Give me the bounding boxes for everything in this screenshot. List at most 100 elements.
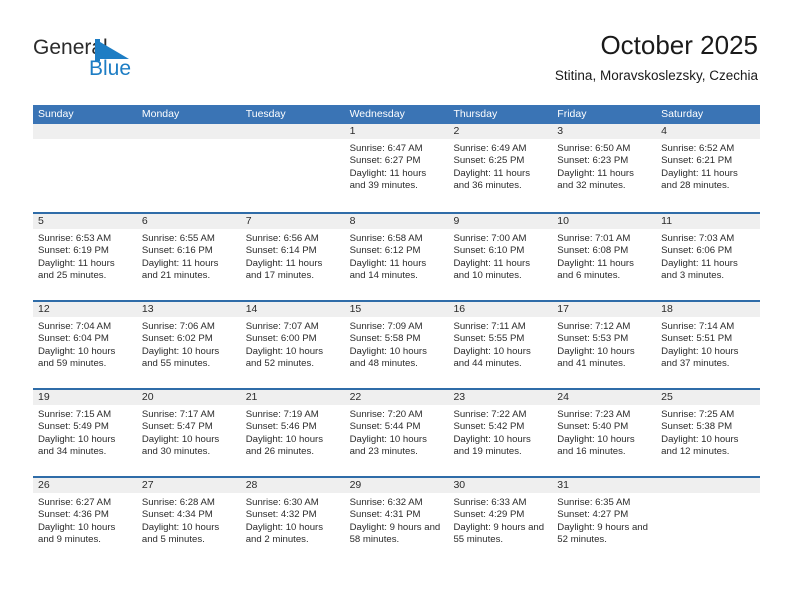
sunrise-text: Sunrise: 7:00 AM bbox=[453, 233, 527, 244]
day-details: Sunrise: 7:12 AM Sunset: 5:53 PM Daylight:… bbox=[552, 317, 656, 371]
day-number: 6 bbox=[136, 214, 241, 229]
sunset-text: Sunset: 6:06 PM bbox=[661, 245, 733, 257]
weekday-header-tuesday: Tuesday bbox=[245, 108, 286, 120]
day-number: 9 bbox=[448, 214, 553, 229]
sunset-text: Sunset: 4:36 PM bbox=[38, 509, 109, 521]
sunrise-text: Sunrise: 6:30 AM bbox=[245, 497, 319, 508]
calendar-weeks: 1 Sunrise: 6:47 AM Sunset: 6:27 PM Daylight… bbox=[33, 124, 761, 564]
calendar-week-row: 1 Sunrise: 6:47 AM Sunset: 6:27 PM Daylight… bbox=[33, 124, 761, 212]
sunrise-text: Sunrise: 6:52 AM bbox=[661, 143, 735, 154]
daylight-text: Daylight: 11 hours and 36 minutes. bbox=[453, 167, 531, 192]
sunset-text: Sunset: 6:10 PM bbox=[453, 245, 525, 257]
calendar-day-cell-empty bbox=[656, 478, 761, 564]
daylight-text: Daylight: 9 hours and 58 minutes. bbox=[349, 521, 441, 546]
sunset-text: Sunset: 6:27 PM bbox=[349, 155, 421, 167]
day-details: Sunrise: 6:53 AM Sunset: 6:19 PM Daylight:… bbox=[33, 229, 137, 283]
daylight-text: Daylight: 10 hours and 37 minutes. bbox=[661, 345, 739, 370]
calendar-day-cell[interactable]: 5 Sunrise: 6:53 AM Sunset: 6:19 PM Daylight… bbox=[33, 214, 137, 300]
sunset-text: Sunset: 5:49 PM bbox=[38, 421, 109, 433]
sunrise-text: Sunrise: 6:28 AM bbox=[141, 497, 215, 508]
day-details: Sunrise: 6:50 AM Sunset: 6:23 PM Daylight:… bbox=[552, 139, 656, 193]
calendar-day-cell[interactable]: 14 Sunrise: 7:07 AM Sunset: 6:00 PM Dayligh… bbox=[240, 302, 345, 388]
calendar-day-cell[interactable]: 26 Sunrise: 6:27 AM Sunset: 4:36 PM Dayligh… bbox=[33, 478, 137, 564]
calendar-day-cell[interactable]: 13 Sunrise: 7:06 AM Sunset: 6:02 PM Dayligh… bbox=[136, 302, 241, 388]
calendar-day-cell[interactable]: 18 Sunrise: 7:14 AM Sunset: 5:51 PM Dayligh… bbox=[656, 302, 761, 388]
sunrise-text: Sunrise: 7:14 AM bbox=[661, 321, 735, 332]
sunrise-text: Sunrise: 6:27 AM bbox=[38, 497, 112, 508]
calendar-day-cell[interactable]: 22 Sunrise: 7:20 AM Sunset: 5:44 PM Dayligh… bbox=[344, 390, 449, 476]
calendar-day-cell[interactable]: 24 Sunrise: 7:23 AM Sunset: 5:40 PM Dayligh… bbox=[552, 390, 657, 476]
sunrise-text: Sunrise: 7:04 AM bbox=[38, 321, 112, 332]
calendar-day-cell[interactable]: 7 Sunrise: 6:56 AM Sunset: 6:14 PM Daylight… bbox=[240, 214, 345, 300]
day-number: 15 bbox=[344, 302, 449, 317]
daylight-text: Daylight: 11 hours and 14 minutes. bbox=[349, 257, 427, 282]
calendar-day-cell[interactable]: 6 Sunrise: 6:55 AM Sunset: 6:16 PM Daylight… bbox=[136, 214, 241, 300]
calendar-day-cell[interactable]: 1 Sunrise: 6:47 AM Sunset: 6:27 PM Daylight… bbox=[344, 124, 449, 212]
weekday-header-wednesday: Wednesday bbox=[349, 108, 405, 120]
day-number: 5 bbox=[33, 214, 137, 229]
calendar-day-cell[interactable]: 8 Sunrise: 6:58 AM Sunset: 6:12 PM Daylight… bbox=[344, 214, 449, 300]
page-subtitle: Stitina, Moravskoslezsky, Czechia bbox=[554, 68, 758, 83]
sunrise-text: Sunrise: 6:32 AM bbox=[349, 497, 423, 508]
sunrise-text: Sunrise: 7:06 AM bbox=[141, 321, 215, 332]
sunrise-text: Sunrise: 7:01 AM bbox=[557, 233, 631, 244]
sunset-text: Sunset: 6:25 PM bbox=[453, 155, 525, 167]
day-details: Sunrise: 7:07 AM Sunset: 6:00 PM Daylight:… bbox=[241, 317, 345, 371]
page-title: October 2025 bbox=[600, 30, 758, 60]
day-number: 29 bbox=[344, 478, 449, 493]
calendar-day-cell[interactable]: 16 Sunrise: 7:11 AM Sunset: 5:55 PM Dayligh… bbox=[448, 302, 553, 388]
calendar-day-cell[interactable]: 10 Sunrise: 7:01 AM Sunset: 6:08 PM Dayligh… bbox=[552, 214, 657, 300]
sunrise-text: Sunrise: 6:49 AM bbox=[453, 143, 527, 154]
calendar-day-cell[interactable]: 25 Sunrise: 7:25 AM Sunset: 5:38 PM Dayligh… bbox=[656, 390, 761, 476]
day-details: Sunrise: 7:19 AM Sunset: 5:46 PM Daylight:… bbox=[241, 405, 345, 459]
calendar-day-cell[interactable]: 23 Sunrise: 7:22 AM Sunset: 5:42 PM Dayligh… bbox=[448, 390, 553, 476]
daylight-text: Daylight: 9 hours and 52 minutes. bbox=[557, 521, 648, 546]
calendar-grid: Sunday Monday Tuesday Wednesday Thursday Frid… bbox=[33, 105, 761, 564]
daylight-text: Daylight: 10 hours and 34 minutes. bbox=[38, 433, 116, 458]
calendar-day-cell[interactable]: 11 Sunrise: 7:03 AM Sunset: 6:06 PM Dayligh… bbox=[656, 214, 761, 300]
daylight-text: Daylight: 11 hours and 21 minutes. bbox=[141, 257, 219, 282]
day-details: Sunrise: 7:14 AM Sunset: 5:51 PM Daylight:… bbox=[656, 317, 760, 371]
sunrise-text: Sunrise: 7:09 AM bbox=[349, 321, 423, 332]
calendar-day-cell[interactable]: 28 Sunrise: 6:30 AM Sunset: 4:32 PM Dayligh… bbox=[240, 478, 345, 564]
day-details: Sunrise: 6:27 AM Sunset: 4:36 PM Daylight:… bbox=[33, 493, 137, 547]
calendar-day-cell[interactable]: 19 Sunrise: 7:15 AM Sunset: 5:49 PM Dayligh… bbox=[33, 390, 137, 476]
day-number bbox=[240, 124, 345, 139]
daylight-text: Daylight: 10 hours and 16 minutes. bbox=[557, 433, 635, 458]
day-number: 19 bbox=[33, 390, 137, 405]
calendar-day-cell[interactable]: 31 Sunrise: 6:35 AM Sunset: 4:27 PM Dayligh… bbox=[552, 478, 657, 564]
sunset-text: Sunset: 6:23 PM bbox=[557, 155, 629, 167]
weekday-header-row: Sunday Monday Tuesday Wednesday Thursday Frid… bbox=[33, 105, 760, 124]
sunset-text: Sunset: 6:02 PM bbox=[141, 333, 213, 345]
day-details: Sunrise: 6:32 AM Sunset: 4:31 PM Daylight:… bbox=[345, 493, 449, 547]
calendar-day-cell[interactable]: 2 Sunrise: 6:49 AM Sunset: 6:25 PM Daylight… bbox=[448, 124, 553, 212]
sunset-text: Sunset: 6:00 PM bbox=[245, 333, 317, 345]
calendar-day-cell[interactable]: 27 Sunrise: 6:28 AM Sunset: 4:34 PM Dayligh… bbox=[136, 478, 241, 564]
calendar-day-cell[interactable]: 21 Sunrise: 7:19 AM Sunset: 5:46 PM Dayligh… bbox=[240, 390, 345, 476]
calendar-day-cell[interactable]: 9 Sunrise: 7:00 AM Sunset: 6:10 PM Daylight… bbox=[448, 214, 553, 300]
daylight-text: Daylight: 10 hours and 52 minutes. bbox=[245, 345, 324, 370]
calendar-week-row: 26 Sunrise: 6:27 AM Sunset: 4:36 PM Dayligh… bbox=[33, 476, 761, 564]
calendar-day-cell[interactable]: 12 Sunrise: 7:04 AM Sunset: 6:04 PM Dayligh… bbox=[33, 302, 137, 388]
day-number: 12 bbox=[33, 302, 137, 317]
day-number: 20 bbox=[136, 390, 241, 405]
page-header: General Blue October 2025 Stitina, Morav… bbox=[0, 0, 792, 100]
day-number: 30 bbox=[448, 478, 553, 493]
weekday-header-sunday: Sunday bbox=[38, 108, 74, 120]
sunset-text: Sunset: 6:04 PM bbox=[38, 333, 109, 345]
calendar-day-cell[interactable]: 17 Sunrise: 7:12 AM Sunset: 5:53 PM Dayligh… bbox=[552, 302, 657, 388]
sunrise-text: Sunrise: 7:03 AM bbox=[661, 233, 735, 244]
day-number: 1 bbox=[344, 124, 449, 139]
day-number: 24 bbox=[552, 390, 657, 405]
sunset-text: Sunset: 6:19 PM bbox=[38, 245, 109, 257]
calendar-day-cell[interactable]: 4 Sunrise: 6:52 AM Sunset: 6:21 PM Daylight… bbox=[656, 124, 761, 212]
sunset-text: Sunset: 6:21 PM bbox=[661, 155, 733, 167]
daylight-text: Daylight: 10 hours and 5 minutes. bbox=[141, 521, 220, 546]
day-number: 3 bbox=[552, 124, 657, 139]
calendar-day-cell[interactable]: 3 Sunrise: 6:50 AM Sunset: 6:23 PM Daylight… bbox=[552, 124, 657, 212]
calendar-day-cell[interactable]: 20 Sunrise: 7:17 AM Sunset: 5:47 PM Dayligh… bbox=[136, 390, 241, 476]
sunset-text: Sunset: 5:46 PM bbox=[245, 421, 317, 433]
calendar-day-cell[interactable]: 15 Sunrise: 7:09 AM Sunset: 5:58 PM Dayligh… bbox=[344, 302, 449, 388]
calendar-day-cell[interactable]: 30 Sunrise: 6:33 AM Sunset: 4:29 PM Dayligh… bbox=[448, 478, 553, 564]
calendar-day-cell[interactable]: 29 Sunrise: 6:32 AM Sunset: 4:31 PM Dayligh… bbox=[344, 478, 449, 564]
